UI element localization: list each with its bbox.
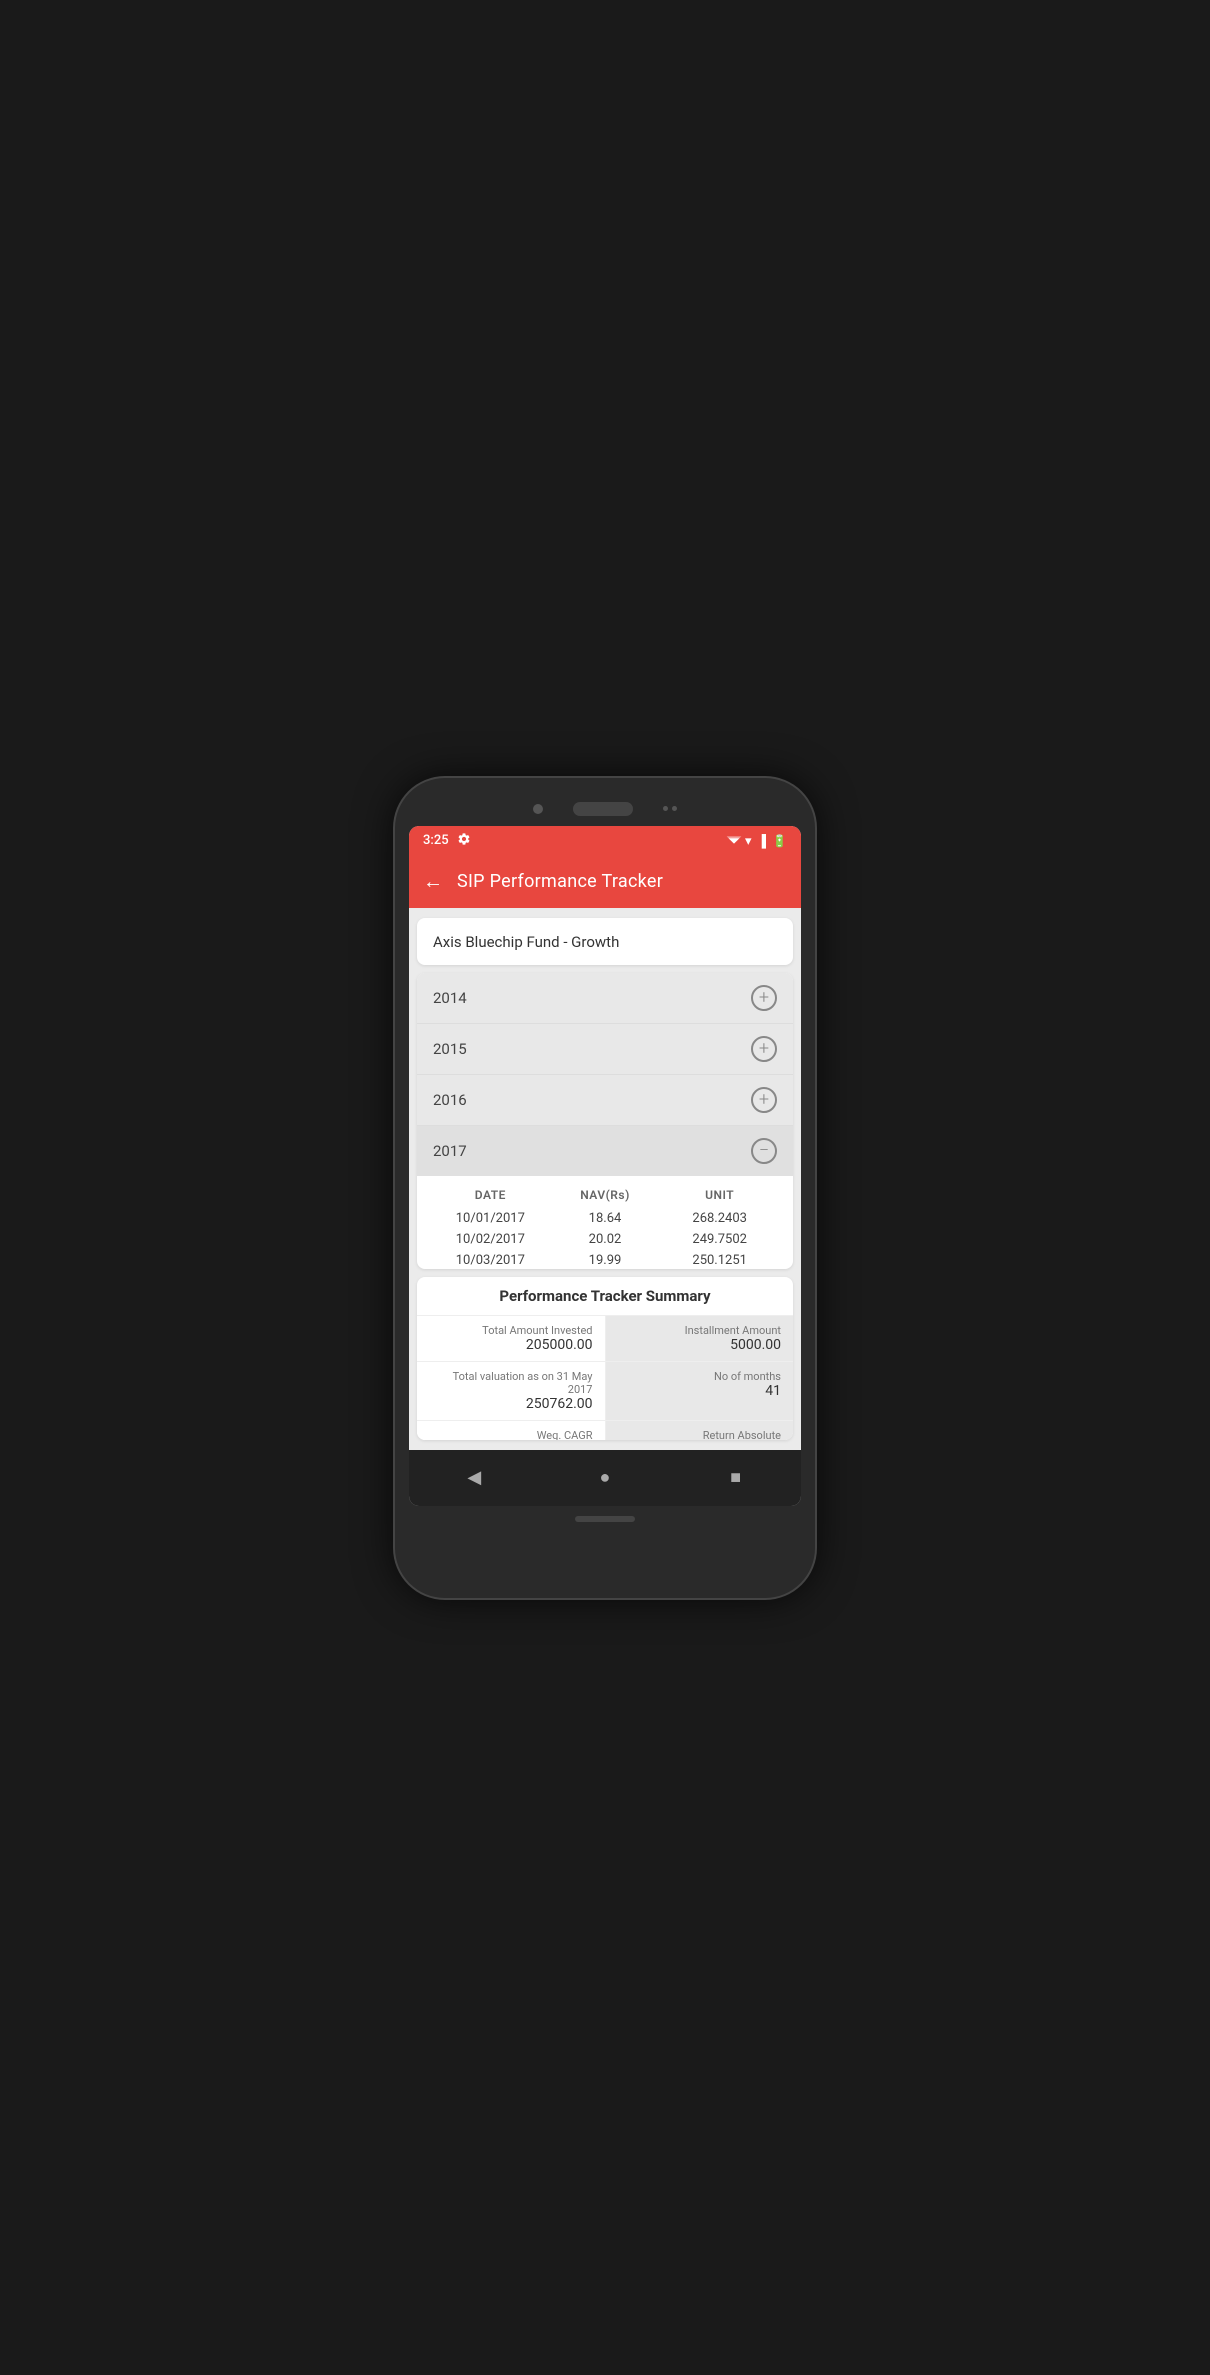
months-value: 41	[765, 1383, 781, 1399]
summary-section: Performance Tracker Summary Total Amount…	[417, 1277, 793, 1440]
row2-date: 10/02/2017	[433, 1232, 548, 1247]
cagr-label: Weg. CAGR	[537, 1429, 593, 1440]
row3-nav: 19.99	[548, 1253, 663, 1268]
valuation-label: Total valuation as on 31 May 2017	[429, 1370, 593, 1396]
row2-nav: 20.02	[548, 1232, 663, 1247]
year-label-2015: 2015	[433, 1040, 467, 1058]
phone-screen: 3:25 ▾ ▐ 🔋	[409, 826, 801, 1506]
col-unit: UNIT	[662, 1188, 777, 1202]
summary-cell-installment: Installment Amount 5000.00	[606, 1316, 794, 1361]
row3-date: 10/03/2017	[433, 1253, 548, 1268]
year-label-2017: 2017	[433, 1142, 467, 1160]
summary-cell-months: No of months 41	[606, 1362, 794, 1420]
expand-icon-2014: +	[751, 985, 777, 1011]
year-sections: 2014 + 2015 + 2016 + 2017 −	[417, 973, 793, 1269]
nav-back-button[interactable]: ◀	[456, 1460, 492, 1496]
total-invested-label: Total Amount Invested	[482, 1324, 592, 1337]
summary-row-2: Total valuation as on 31 May 2017 250762…	[417, 1362, 793, 1421]
app-bar-title: SIP Performance Tracker	[457, 871, 663, 892]
months-label: No of months	[714, 1370, 781, 1383]
phone-top-hardware	[409, 796, 801, 826]
col-date: DATE	[433, 1188, 548, 1202]
phone-device: 3:25 ▾ ▐ 🔋	[395, 778, 815, 1598]
fund-name: Axis Bluechip Fund - Growth	[433, 933, 619, 951]
collapse-icon-2017: −	[751, 1138, 777, 1164]
wifi-icon: ▾	[726, 833, 752, 849]
nav-recent-button[interactable]: ■	[718, 1460, 754, 1496]
expand-icon-2015: +	[751, 1036, 777, 1062]
signal-icon: ▐	[758, 834, 767, 848]
sensor-dot	[663, 806, 668, 811]
camera-dot	[533, 804, 543, 814]
summary-cell-total-invested: Total Amount Invested 205000.00	[417, 1316, 606, 1361]
installment-value: 5000.00	[730, 1337, 781, 1353]
nav-bar: ◀ ● ■	[409, 1450, 801, 1506]
status-time: 3:25	[423, 833, 449, 848]
battery-icon: 🔋	[772, 834, 787, 848]
main-content: Axis Bluechip Fund - Growth 2014 + 2015 …	[409, 908, 801, 1450]
table-header: DATE NAV(Rs) UNIT	[417, 1184, 793, 1208]
table-row: 10/02/2017 20.02 249.7502	[417, 1229, 793, 1250]
return-label: Return Absolute	[703, 1429, 781, 1440]
back-button[interactable]: ←	[423, 869, 443, 894]
year-label-2014: 2014	[433, 989, 467, 1007]
fund-card: Axis Bluechip Fund - Growth	[417, 918, 793, 965]
row1-date: 10/01/2017	[433, 1211, 548, 1226]
sensor-dot2	[672, 806, 677, 811]
data-table-2017: DATE NAV(Rs) UNIT 10/01/2017 18.64 268.2…	[417, 1176, 793, 1269]
summary-title: Performance Tracker Summary	[417, 1277, 793, 1316]
year-row-2015[interactable]: 2015 +	[417, 1023, 793, 1074]
installment-label: Installment Amount	[685, 1324, 781, 1337]
expand-icon-2016: +	[751, 1087, 777, 1113]
valuation-value: 250762.00	[526, 1396, 593, 1412]
col-nav: NAV(Rs)	[548, 1188, 663, 1202]
year-row-2017[interactable]: 2017 −	[417, 1125, 793, 1176]
summary-cell-return: Return Absolute 22.32	[606, 1421, 794, 1440]
row1-nav: 18.64	[548, 1211, 663, 1226]
year-row-2014[interactable]: 2014 +	[417, 973, 793, 1023]
row1-unit: 268.2403	[662, 1211, 777, 1226]
nav-home-button[interactable]: ●	[587, 1460, 623, 1496]
year-label-2016: 2016	[433, 1091, 467, 1109]
row3-unit: 250.1251	[662, 1253, 777, 1268]
summary-row-3: Weg. CAGR 12.01 Return Absolute 22.32	[417, 1421, 793, 1440]
summary-cell-valuation: Total valuation as on 31 May 2017 250762…	[417, 1362, 606, 1420]
phone-bottom-hardware	[409, 1506, 801, 1526]
total-invested-value: 205000.00	[526, 1337, 593, 1353]
app-bar: ← SIP Performance Tracker	[409, 856, 801, 908]
row2-unit: 249.7502	[662, 1232, 777, 1247]
summary-cell-cagr: Weg. CAGR 12.01	[417, 1421, 606, 1440]
status-bar: 3:25 ▾ ▐ 🔋	[409, 826, 801, 856]
table-row: 10/01/2017 18.64 268.2403	[417, 1208, 793, 1229]
summary-row-1: Total Amount Invested 205000.00 Installm…	[417, 1316, 793, 1362]
year-row-2016[interactable]: 2016 +	[417, 1074, 793, 1125]
speaker-grille	[573, 802, 633, 816]
settings-icon	[457, 832, 471, 850]
table-row: 10/03/2017 19.99 250.1251	[417, 1250, 793, 1269]
